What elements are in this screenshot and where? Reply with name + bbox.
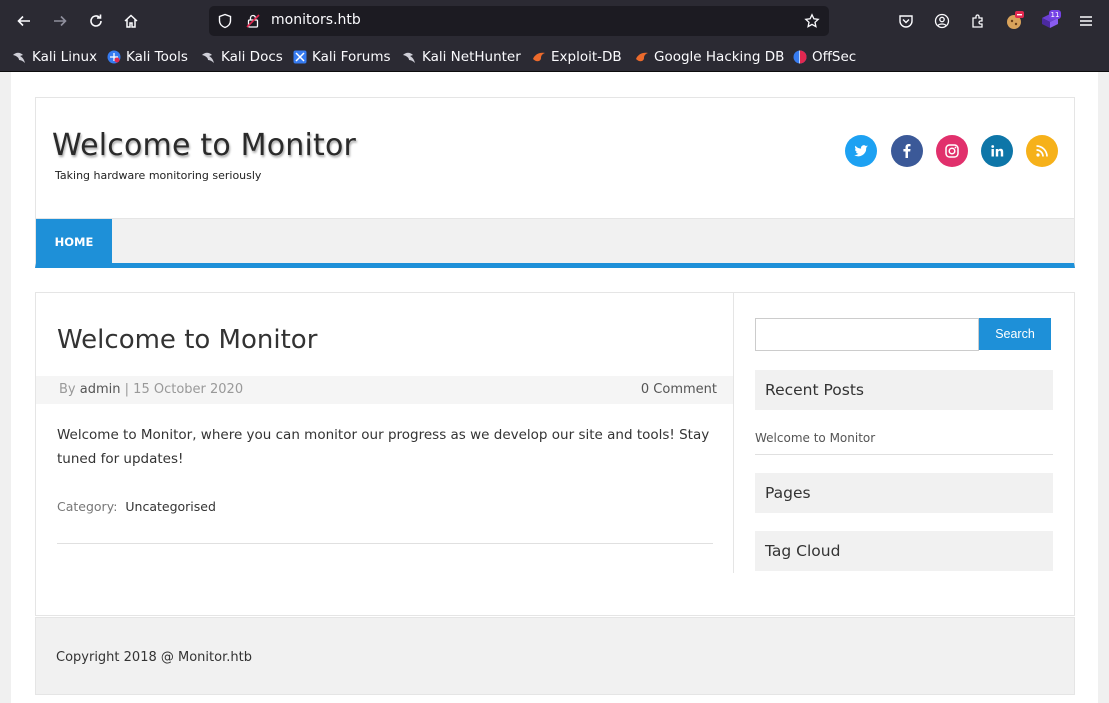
bookmark-kali-tools[interactable]: Kali Tools: [106, 48, 188, 66]
post-comments-link[interactable]: 0 Comment: [641, 382, 717, 397]
tag-cloud-title: Tag Cloud: [755, 531, 1053, 571]
bookmark-offsec[interactable]: OffSec: [792, 48, 856, 66]
kali-forums-icon: [292, 49, 308, 65]
bookmark-label: OffSec: [812, 49, 857, 65]
linkedin-icon[interactable]: [981, 135, 1013, 167]
web-page: Welcome to Monitor Taking hardware monit…: [0, 72, 1109, 703]
site-tagline: Taking hardware monitoring seriously: [55, 169, 262, 182]
post-title[interactable]: Welcome to Monitor: [57, 325, 317, 355]
meta-separator: |: [124, 382, 130, 397]
bookmark-label: Kali Linux: [32, 49, 98, 65]
kali-dragon-icon: [201, 49, 217, 65]
bookmark-kali-docs[interactable]: Kali Docs: [201, 48, 283, 66]
search-button[interactable]: Search: [979, 318, 1051, 350]
page-wrapper: Welcome to Monitor Taking hardware monit…: [11, 72, 1098, 703]
bookmark-label: Google Hacking DB: [654, 49, 785, 65]
purple-extension-icon[interactable]: 11: [1038, 9, 1062, 33]
twitter-icon[interactable]: [845, 135, 877, 167]
bookmark-kali-forums[interactable]: Kali Forums: [292, 48, 391, 66]
footer-copyright: Copyright 2018 @ Monitor.htb: [56, 650, 252, 665]
url-text[interactable]: monitors.htb: [271, 12, 361, 28]
facebook-icon[interactable]: [891, 135, 923, 167]
extension-badge-count: 11: [1051, 11, 1060, 19]
post-by-label: By: [59, 382, 76, 397]
back-icon[interactable]: [12, 9, 36, 33]
bookmark-exploit-db[interactable]: Exploit-DB: [531, 48, 622, 66]
bookmarks-toolbar: Kali Linux Kali Tools Kali Docs Kali For…: [0, 42, 1109, 72]
bookmark-kali-linux[interactable]: Kali Linux: [12, 48, 97, 66]
category-label: Category:: [57, 499, 118, 514]
nav-home[interactable]: HOME: [36, 219, 112, 265]
kali-dragon-icon: [402, 49, 418, 65]
search-input[interactable]: [755, 318, 979, 351]
instagram-icon[interactable]: [936, 135, 968, 167]
bookmark-label: Kali NetHunter: [422, 49, 521, 65]
bookmark-google-hacking-db[interactable]: Google Hacking DB: [634, 48, 784, 66]
browser-toolbar: monitors.htb 11: [0, 0, 1109, 42]
cookie-extension-icon[interactable]: [1002, 9, 1026, 33]
main-navigation: HOME: [35, 218, 1075, 268]
bookmark-label: Kali Docs: [221, 49, 283, 65]
bookmark-label: Exploit-DB: [551, 49, 622, 65]
site-header: Welcome to Monitor Taking hardware monit…: [35, 97, 1075, 219]
exploit-db-icon: [531, 49, 547, 65]
bookmark-label: Kali Tools: [126, 49, 188, 65]
post-article: Welcome to Monitor By admin | 15 October…: [36, 293, 734, 573]
divider: [57, 543, 713, 544]
bookmark-label: Kali Forums: [312, 49, 391, 65]
bookmark-star-icon[interactable]: [804, 13, 820, 33]
post-category: Category: Uncategorised: [57, 499, 216, 514]
menu-icon[interactable]: [1074, 9, 1098, 33]
url-bar[interactable]: monitors.htb: [209, 6, 829, 36]
content-area: Welcome to Monitor By admin | 15 October…: [35, 292, 1075, 616]
pocket-icon[interactable]: [894, 9, 918, 33]
extensions-icon[interactable]: [966, 9, 990, 33]
post-date-link[interactable]: 15 October 2020: [133, 382, 243, 397]
recent-post-link[interactable]: Welcome to Monitor: [755, 431, 875, 445]
offsec-icon: [792, 49, 808, 65]
bookmark-kali-nethunter[interactable]: Kali NetHunter: [402, 48, 521, 66]
reload-icon[interactable]: [84, 9, 108, 33]
ghdb-icon: [634, 49, 650, 65]
insecure-lock-icon[interactable]: [245, 13, 261, 33]
home-icon[interactable]: [119, 9, 143, 33]
kali-dragon-icon: [12, 49, 28, 65]
recent-posts-title: Recent Posts: [755, 370, 1053, 410]
rss-icon[interactable]: [1026, 135, 1058, 167]
sidebar: Search Recent Posts Welcome to Monitor P…: [755, 293, 1055, 593]
kali-tools-icon: [106, 49, 122, 65]
post-body: Welcome to Monitor, where you can monito…: [57, 427, 710, 467]
pages-title: Pages: [755, 473, 1053, 513]
account-icon[interactable]: [930, 9, 954, 33]
post-author-link[interactable]: admin: [80, 382, 121, 397]
shield-icon[interactable]: [217, 13, 233, 33]
divider: [755, 454, 1053, 455]
site-footer: Copyright 2018 @ Monitor.htb: [35, 617, 1075, 695]
forward-icon[interactable]: [48, 9, 72, 33]
post-meta: By admin | 15 October 2020 0 Comment: [36, 376, 733, 404]
site-title[interactable]: Welcome to Monitor: [52, 128, 356, 163]
category-link[interactable]: Uncategorised: [125, 499, 216, 514]
